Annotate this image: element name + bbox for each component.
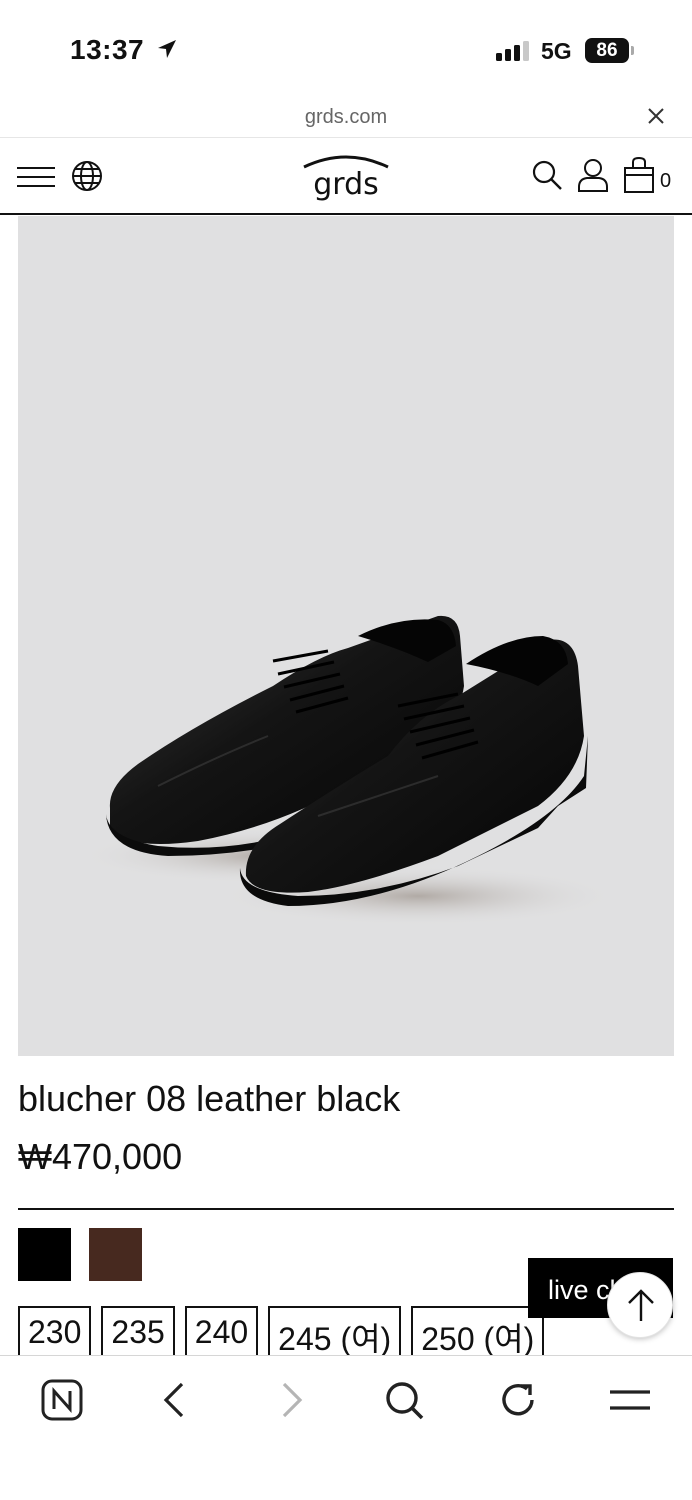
product-price: ₩470,000: [18, 1136, 183, 1177]
scroll-top-button[interactable]: [607, 1272, 673, 1338]
arrow-up-icon: [628, 1289, 654, 1321]
search-icon[interactable]: [530, 158, 564, 192]
cart-count: 0: [660, 170, 672, 192]
close-icon[interactable]: [646, 106, 666, 126]
logo[interactable]: grds: [300, 153, 392, 202]
size-option[interactable]: 245 (여): [268, 1306, 402, 1356]
shoes-illustration: [78, 615, 618, 926]
forward-icon[interactable]: [268, 1378, 312, 1422]
site-header: grds 0: [0, 139, 692, 215]
size-options: 230 235 240 245 (여) 250 (여): [18, 1306, 545, 1356]
location-arrow-icon: [158, 40, 176, 58]
cart-icon[interactable]: [622, 156, 656, 194]
menu-icon[interactable]: [17, 165, 55, 189]
back-icon[interactable]: [154, 1378, 198, 1422]
divider: [18, 1208, 674, 1210]
status-time: 13:37: [70, 34, 145, 65]
browser-toolbar: [0, 1355, 692, 1500]
product-image[interactable]: [18, 216, 674, 1056]
signal-icon: [496, 41, 529, 61]
color-swatch-brown[interactable]: [89, 1228, 142, 1281]
size-option[interactable]: 240: [184, 1306, 259, 1356]
search-icon[interactable]: [382, 1378, 426, 1422]
battery-tip: [631, 46, 634, 55]
battery-icon: 86: [585, 38, 629, 63]
refresh-icon[interactable]: [496, 1378, 540, 1422]
naver-icon[interactable]: [40, 1378, 84, 1422]
logo-text: grds: [313, 167, 379, 202]
size-option[interactable]: 230: [18, 1306, 92, 1356]
status-bar: 13:37 5G 86: [0, 0, 692, 96]
color-swatch-black[interactable]: [18, 1228, 71, 1281]
size-option[interactable]: 250 (여): [411, 1306, 545, 1356]
url-text[interactable]: grds.com: [0, 106, 692, 129]
network-label: 5G: [541, 38, 572, 64]
color-swatches: [18, 1228, 142, 1281]
menu-icon[interactable]: [608, 1378, 652, 1422]
size-option[interactable]: 235: [101, 1306, 175, 1356]
account-icon[interactable]: [576, 157, 610, 193]
globe-icon[interactable]: [70, 159, 104, 193]
url-bar[interactable]: grds.com: [0, 96, 692, 138]
product-name: blucher 08 leather black: [18, 1078, 401, 1119]
